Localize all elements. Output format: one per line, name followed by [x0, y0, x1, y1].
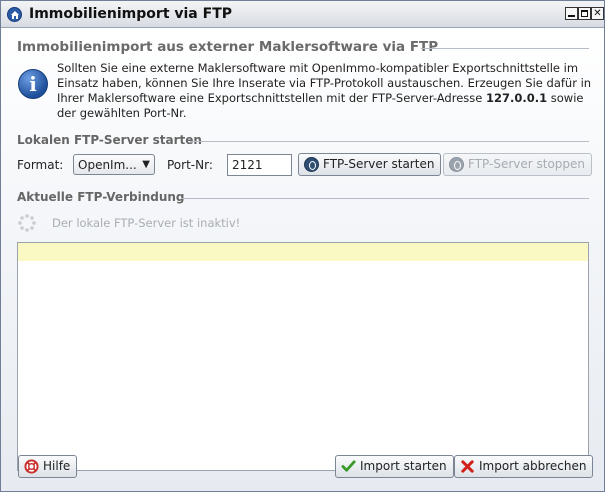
- port-label: Port-Nr:: [167, 158, 213, 172]
- close-button[interactable]: ✕: [591, 7, 604, 20]
- loading-spinner-icon: [18, 214, 36, 232]
- power-icon: [449, 157, 464, 172]
- power-icon: [304, 157, 319, 172]
- checkmark-icon: [341, 460, 356, 472]
- format-select-value: OpenIm...: [78, 158, 137, 172]
- import-start-button[interactable]: Import starten: [335, 455, 454, 478]
- connection-log[interactable]: [17, 242, 589, 471]
- import-start-label: Import starten: [360, 459, 447, 473]
- title-bar[interactable]: Immobilienimport via FTP ✕: [1, 1, 604, 28]
- local-server-heading: Lokalen FTP-Server starten: [17, 133, 202, 147]
- dialog-content: Immobilienimport aus externer Maklersoft…: [1, 29, 604, 491]
- ftp-server-start-button[interactable]: FTP-Server starten: [298, 153, 442, 176]
- ftp-server-start-label: FTP-Server starten: [323, 157, 435, 171]
- minimize-button[interactable]: [565, 7, 578, 20]
- import-abort-button[interactable]: Import abbrechen: [454, 455, 594, 478]
- divider: [190, 141, 589, 142]
- ftp-server-stop-button[interactable]: FTP-Server stoppen: [443, 153, 593, 176]
- divider: [421, 48, 589, 49]
- ftp-server-stop-label: FTP-Server stoppen: [468, 157, 586, 171]
- server-address: 127.0.0.1: [486, 91, 548, 105]
- import-abort-label: Import abbrechen: [479, 459, 587, 473]
- port-input[interactable]: 2121: [227, 154, 292, 176]
- help-button[interactable]: Hilfe: [18, 455, 78, 478]
- status-text: Der lokale FTP-Server ist inaktiv!: [52, 216, 241, 230]
- connection-heading: Aktuelle FTP-Verbindung: [17, 190, 185, 204]
- format-select[interactable]: OpenIm... ▼: [73, 154, 155, 175]
- maximize-button[interactable]: [578, 7, 591, 20]
- log-row-highlight: [18, 243, 588, 261]
- dropdown-arrow-icon: ▼: [142, 159, 150, 170]
- window-title: Immobilienimport via FTP: [29, 6, 232, 22]
- lifebuoy-icon: [24, 459, 39, 474]
- app-home-icon: [7, 7, 22, 22]
- format-label: Format:: [17, 158, 64, 172]
- intro-heading: Immobilienimport aus externer Maklersoft…: [17, 39, 439, 55]
- ftp-import-dialog: Immobilienimport via FTP ✕ Immobilienimp…: [0, 0, 605, 492]
- divider: [181, 198, 589, 199]
- cross-icon: [461, 460, 474, 473]
- help-label: Hilfe: [43, 459, 71, 473]
- intro-description: Sollten Sie eine externe Maklersoftware …: [57, 61, 597, 121]
- info-icon: i: [18, 69, 48, 99]
